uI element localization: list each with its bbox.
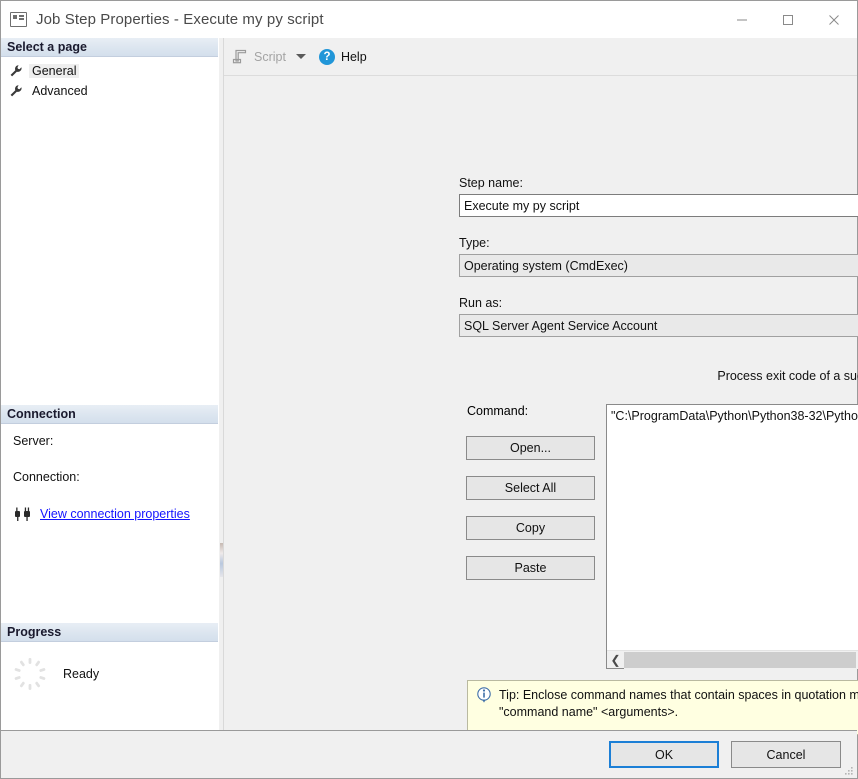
run-as-value: SQL Server Agent Service Account — [464, 318, 658, 333]
sidebar-item-advanced[interactable]: Advanced — [1, 81, 218, 101]
exit-code-row: Process exit code of a successful comman… — [459, 364, 858, 388]
copy-button[interactable]: Copy — [466, 516, 595, 540]
hscroll-thumb[interactable] — [624, 651, 857, 668]
resize-grip-icon[interactable] — [842, 764, 854, 776]
sidebar-item-label: Advanced — [32, 84, 88, 98]
plug-icon — [13, 506, 33, 522]
toolbar: Script ? Help — [224, 38, 857, 76]
help-label: Help — [340, 49, 367, 64]
job-step-icon — [10, 12, 27, 27]
progress-status: Ready — [63, 667, 100, 681]
command-label: Command: — [467, 404, 529, 418]
dialog-body: Select a page General Advanced Connectio… — [1, 38, 858, 735]
minimize-button[interactable] — [719, 1, 765, 38]
hscroll-track[interactable] — [624, 650, 858, 669]
splitter-grip[interactable] — [220, 543, 223, 577]
select-page-header: Select a page — [1, 38, 218, 57]
scroll-left-icon[interactable]: ❮ — [607, 653, 624, 667]
progress-body: Ready — [1, 642, 218, 696]
window-controls — [719, 1, 857, 38]
script-button[interactable]: Script — [232, 49, 286, 64]
cancel-button[interactable]: Cancel — [731, 741, 841, 768]
script-icon — [232, 49, 248, 64]
type-select[interactable]: Operating system (CmdExec) — [459, 254, 858, 277]
server-label: Server: — [13, 434, 54, 448]
maximize-button[interactable] — [765, 1, 811, 38]
progress-spinner-icon — [13, 657, 47, 691]
paste-button[interactable]: Paste — [466, 556, 595, 580]
command-buttons: Open... Select All Copy Paste — [466, 436, 595, 596]
main-pane: Script ? Help Step name: Type: Operating… — [224, 38, 858, 735]
tip-panel: Tip: Enclose command names that contain … — [467, 680, 858, 735]
connection-label: Connection: — [13, 470, 80, 484]
wrench-icon — [9, 64, 23, 78]
run-as-label: Run as: — [459, 296, 503, 310]
sidebar-item-label: General — [29, 64, 80, 78]
sidebar: Select a page General Advanced Connectio… — [1, 38, 218, 730]
step-name-field-group: Step name: — [459, 176, 858, 217]
step-name-label: Step name: — [459, 176, 523, 190]
form-area: Step name: Type: Operating system (CmdEx… — [224, 76, 858, 735]
help-button[interactable]: ? Help — [318, 48, 367, 65]
view-connection-properties-link[interactable]: View connection properties — [40, 507, 190, 521]
exit-code-label: Process exit code of a successful comman… — [717, 369, 858, 383]
run-as-select[interactable]: SQL Server Agent Service Account — [459, 314, 858, 337]
tip-text: Tip: Enclose command names that contain … — [499, 687, 858, 728]
wrench-icon — [9, 84, 23, 98]
progress-header: Progress — [1, 623, 218, 642]
close-icon[interactable] — [811, 1, 857, 38]
script-label: Script — [254, 49, 286, 64]
command-textarea-container: "C:\ProgramData\Python\Python38-32\Pytho… — [606, 404, 858, 669]
page-list: General Advanced — [1, 57, 218, 101]
select-all-button[interactable]: Select All — [466, 476, 595, 500]
step-name-input[interactable] — [459, 194, 858, 217]
type-field-group: Type: Operating system (CmdExec) — [459, 236, 858, 277]
window-title: Job Step Properties - Execute my py scri… — [36, 11, 324, 28]
connection-header: Connection — [1, 405, 218, 424]
tip-line-1: Tip: Enclose command names that contain … — [499, 688, 858, 702]
command-horizontal-scrollbar[interactable]: ❮ ❯ — [607, 650, 858, 669]
connection-body: Server: Connection: View connection prop… — [1, 424, 218, 522]
run-as-field-group: Run as: SQL Server Agent Service Account — [459, 296, 858, 337]
chevron-down-icon[interactable] — [295, 54, 306, 59]
tip-line-2: "command name" <arguments>. — [499, 705, 679, 719]
job-step-properties-dialog: Job Step Properties - Execute my py scri… — [0, 0, 858, 779]
help-question-icon: ? — [318, 48, 335, 65]
view-connection-properties-row[interactable]: View connection properties — [13, 506, 218, 522]
dialog-footer: OK Cancel — [1, 730, 857, 778]
type-value: Operating system (CmdExec) — [464, 258, 628, 273]
sidebar-item-general[interactable]: General — [1, 61, 218, 81]
open-button[interactable]: Open... — [466, 436, 595, 460]
ok-button[interactable]: OK — [609, 741, 719, 768]
title-bar: Job Step Properties - Execute my py scri… — [1, 1, 857, 38]
type-label: Type: — [459, 236, 490, 250]
info-icon — [476, 687, 492, 703]
command-input[interactable]: "C:\ProgramData\Python\Python38-32\Pytho… — [607, 405, 858, 650]
